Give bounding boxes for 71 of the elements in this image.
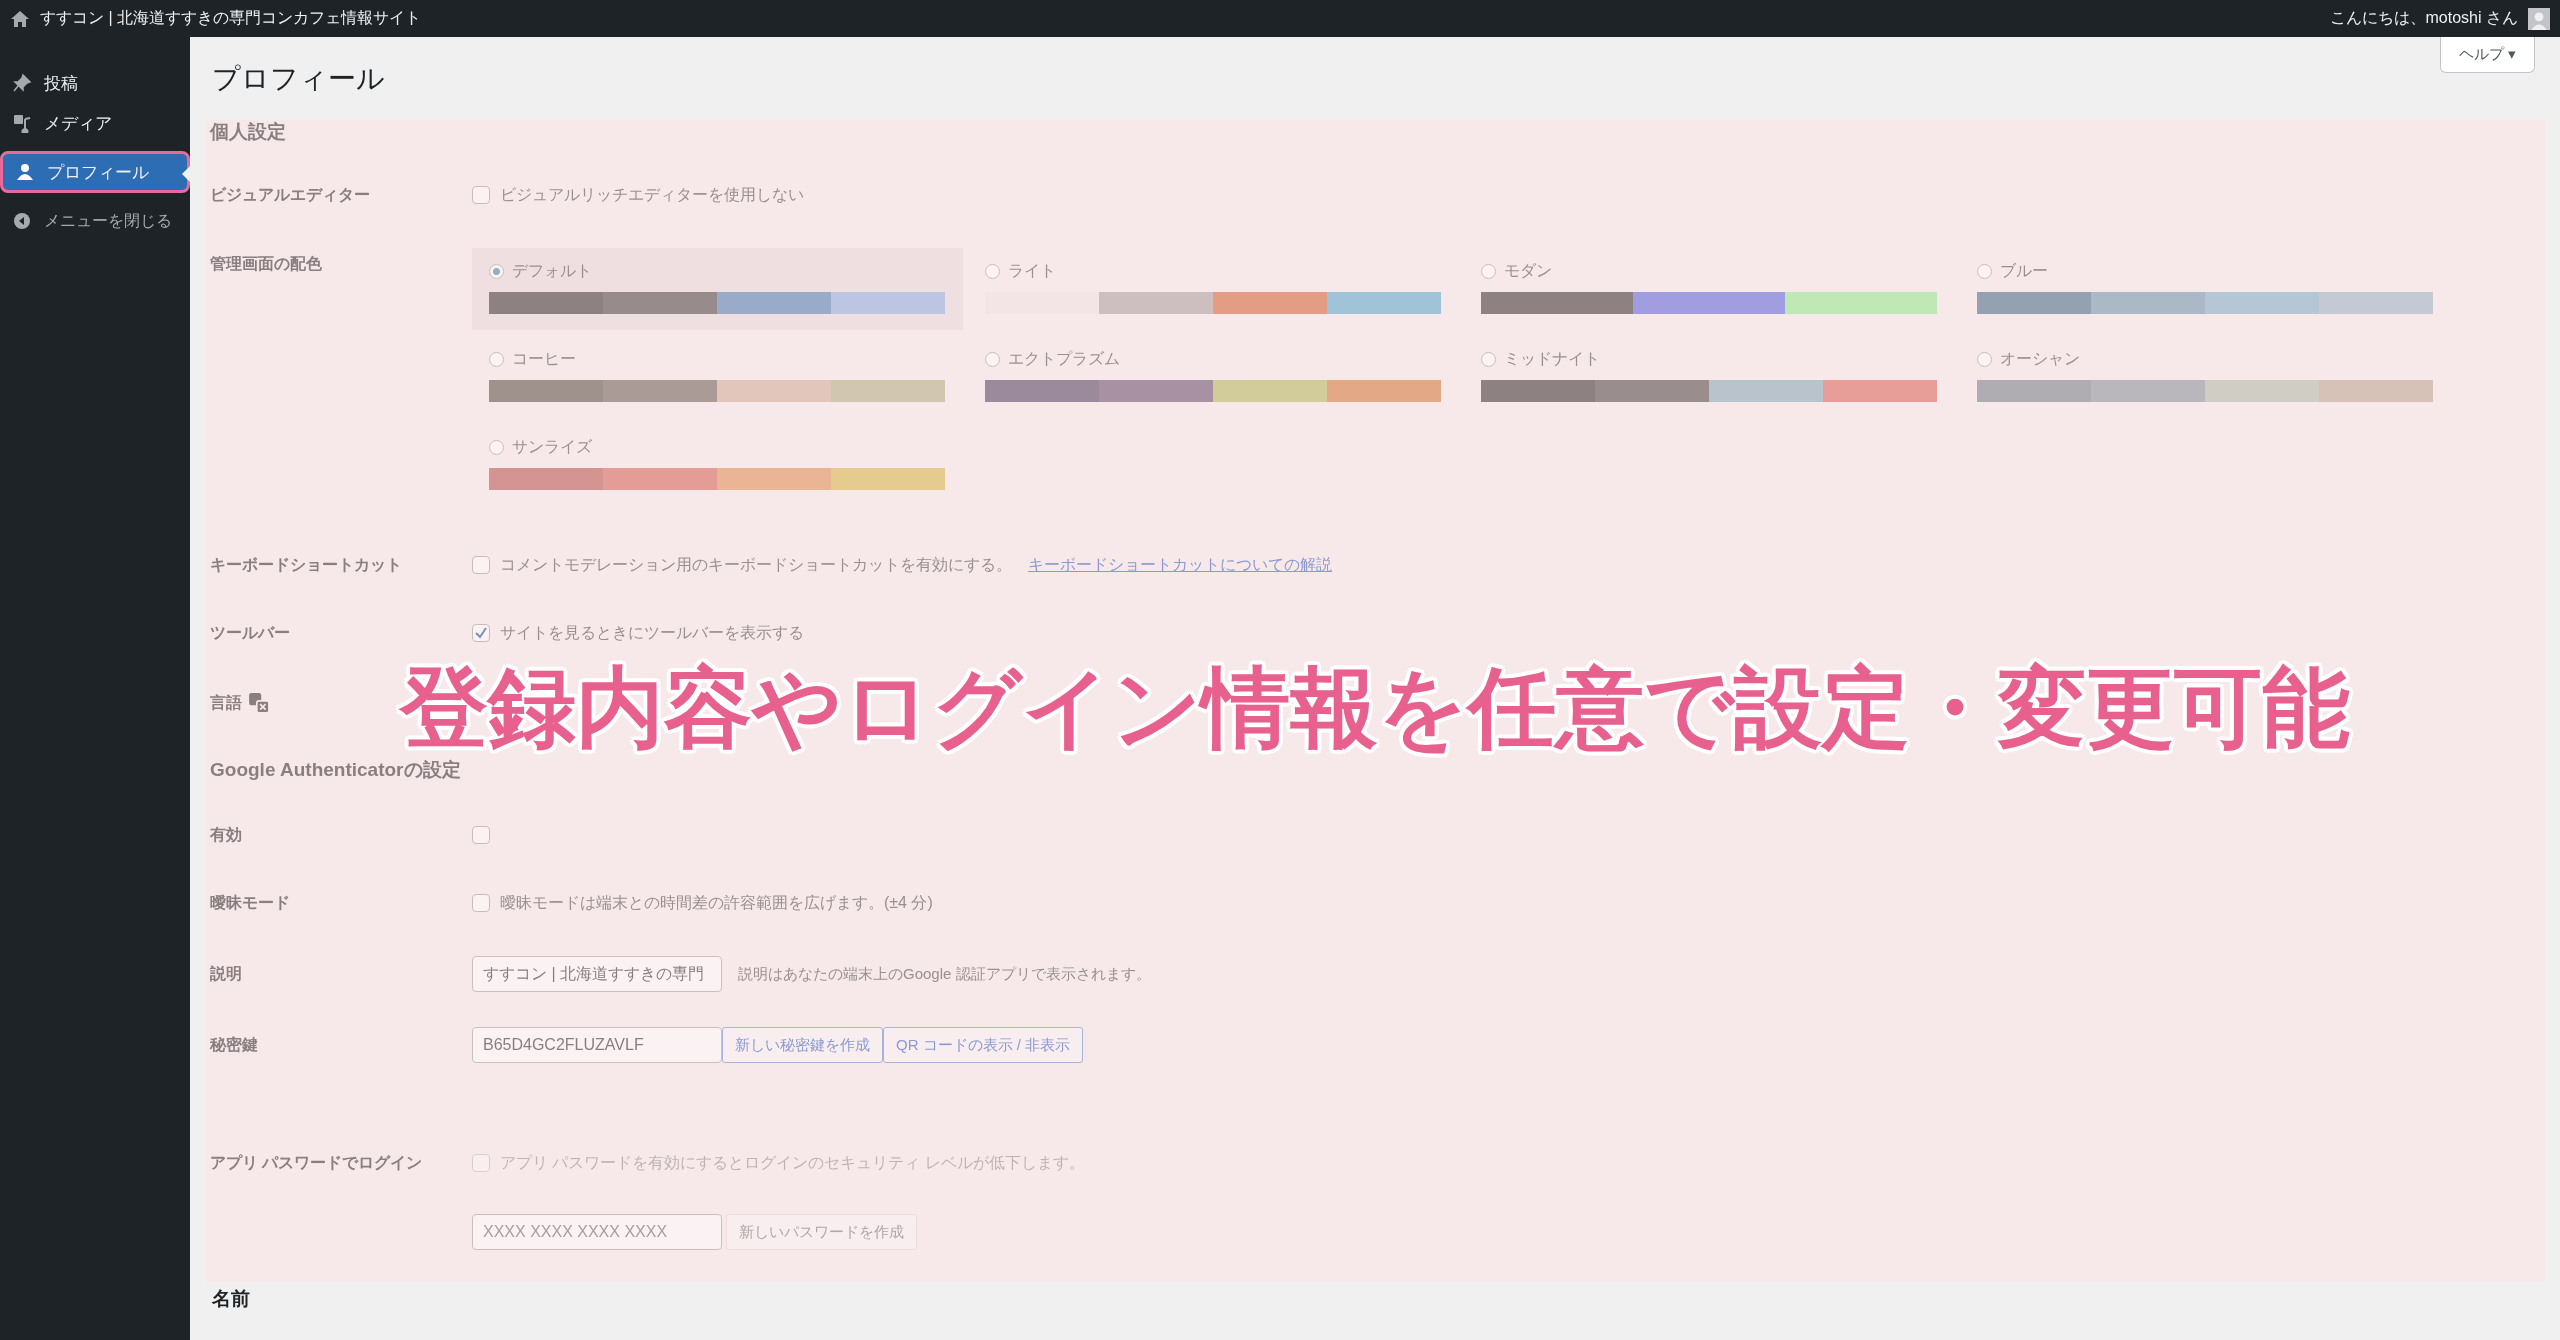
description-field[interactable]: すすコン | 北海道すすきの専門 bbox=[472, 956, 722, 992]
checkbox-label: コメントモデレーション用のキーボードショートカットを有効にする。 bbox=[500, 554, 1012, 575]
menu-item[interactable]: メディア bbox=[0, 103, 190, 143]
radio-button[interactable] bbox=[489, 263, 504, 279]
field-label: 曖昧モード bbox=[210, 892, 291, 913]
scheme-name: ライト bbox=[1008, 260, 1056, 281]
greeting-link[interactable]: こんにちは、motoshi さん bbox=[2329, 8, 2518, 29]
checkbox-label: ビジュアルリッチエディターを使用しない bbox=[500, 184, 804, 205]
checkbox[interactable] bbox=[472, 556, 490, 574]
checkbox[interactable] bbox=[472, 826, 490, 844]
scheme-name: ブルー bbox=[2000, 260, 2048, 281]
site-title-link[interactable]: すすコン | 北海道すすきの専門コンカフェ情報サイト bbox=[40, 8, 422, 29]
field-label: キーボードショートカット bbox=[210, 554, 403, 575]
checkbox-label: サイトを見るときにツールバーを表示する bbox=[500, 622, 804, 643]
overlay-caption: 登録内容やログイン情報を任意で設定・変更可能 bbox=[400, 657, 2350, 759]
checkbox-label: 曖昧モードは端末との時間差の許容範囲を広げます。(±4 分) bbox=[500, 892, 933, 913]
radio-button[interactable] bbox=[1977, 263, 1992, 279]
checkbox[interactable] bbox=[472, 894, 490, 912]
collapse-icon bbox=[12, 211, 32, 231]
field-label: 秘密鍵 bbox=[210, 1034, 259, 1055]
color-scheme-option[interactable]: ライト bbox=[968, 248, 1459, 330]
field-label: ツールバー bbox=[210, 622, 291, 643]
color-scheme-option[interactable]: デフォルト bbox=[472, 248, 963, 330]
translation-icon bbox=[248, 692, 270, 714]
radio-button[interactable] bbox=[1481, 263, 1496, 279]
field-hint: 説明はあなたの端末上のGoogle 認証アプリで表示されます。 bbox=[738, 964, 1151, 984]
user-icon bbox=[15, 162, 35, 182]
home-icon[interactable] bbox=[10, 8, 30, 29]
pin-icon bbox=[12, 73, 32, 93]
page-title: プロフィール bbox=[211, 61, 385, 96]
radio-button[interactable] bbox=[985, 263, 1000, 279]
color-scheme-option[interactable]: サンライズ bbox=[472, 424, 963, 506]
help-link[interactable]: キーボードショートカットについての解説 bbox=[1028, 554, 1332, 576]
section-heading: 個人設定 bbox=[210, 120, 287, 144]
color-scheme-option[interactable]: モダン bbox=[1464, 248, 1955, 330]
radio-button[interactable] bbox=[1977, 351, 1992, 367]
scheme-name: デフォルト bbox=[512, 260, 592, 281]
menu-item[interactable]: メニューを閉じる bbox=[0, 201, 190, 241]
checkbox[interactable] bbox=[472, 186, 490, 204]
scheme-name: オーシャン bbox=[2000, 348, 2080, 369]
field-label: ビジュアルエディター bbox=[210, 184, 371, 205]
color-scheme-option[interactable]: コーヒー bbox=[472, 336, 963, 418]
color-scheme-option[interactable]: エクトプラズム bbox=[968, 336, 1459, 418]
help-button[interactable]: ヘルプ ▾ bbox=[2439, 37, 2535, 73]
scheme-name: コーヒー bbox=[512, 348, 576, 369]
menu-item[interactable]: 投稿 bbox=[0, 63, 190, 103]
scheme-name: エクトプラズム bbox=[1008, 348, 1120, 369]
field-label: 言語 bbox=[210, 692, 242, 713]
field-label: 説明 bbox=[210, 963, 243, 984]
secret-key-field[interactable]: B65D4GC2FLUZAVLF bbox=[472, 1027, 722, 1063]
color-scheme-option[interactable]: ミッドナイト bbox=[1464, 336, 1955, 418]
secondary-button[interactable]: QR コードの表示 / 非表示 bbox=[883, 1027, 1084, 1063]
field-label: 有効 bbox=[210, 824, 243, 845]
radio-button[interactable] bbox=[1481, 351, 1496, 367]
radio-button[interactable] bbox=[489, 351, 504, 367]
radio-button[interactable] bbox=[489, 439, 504, 455]
color-scheme-option[interactable]: ブルー bbox=[1960, 248, 2451, 330]
scheme-name: サンライズ bbox=[512, 436, 592, 457]
field-label: アプリ パスワードでログイン bbox=[210, 1152, 424, 1173]
avatar-icon[interactable] bbox=[2528, 7, 2550, 30]
radio-button[interactable] bbox=[985, 351, 1000, 367]
checkbox[interactable] bbox=[472, 624, 490, 642]
scheme-name: モダン bbox=[1504, 260, 1552, 281]
media-icon bbox=[12, 113, 32, 133]
menu-item[interactable]: プロフィール bbox=[0, 151, 190, 193]
section-heading: 名前 bbox=[211, 1287, 251, 1311]
secondary-button[interactable]: 新しい秘密鍵を作成 bbox=[722, 1027, 883, 1063]
scheme-name: ミッドナイト bbox=[1504, 348, 1600, 369]
field-label: 管理画面の配色 bbox=[210, 254, 323, 274]
color-scheme-option[interactable]: オーシャン bbox=[1960, 336, 2451, 418]
section-heading: Google Authenticatorの設定 bbox=[210, 758, 462, 782]
